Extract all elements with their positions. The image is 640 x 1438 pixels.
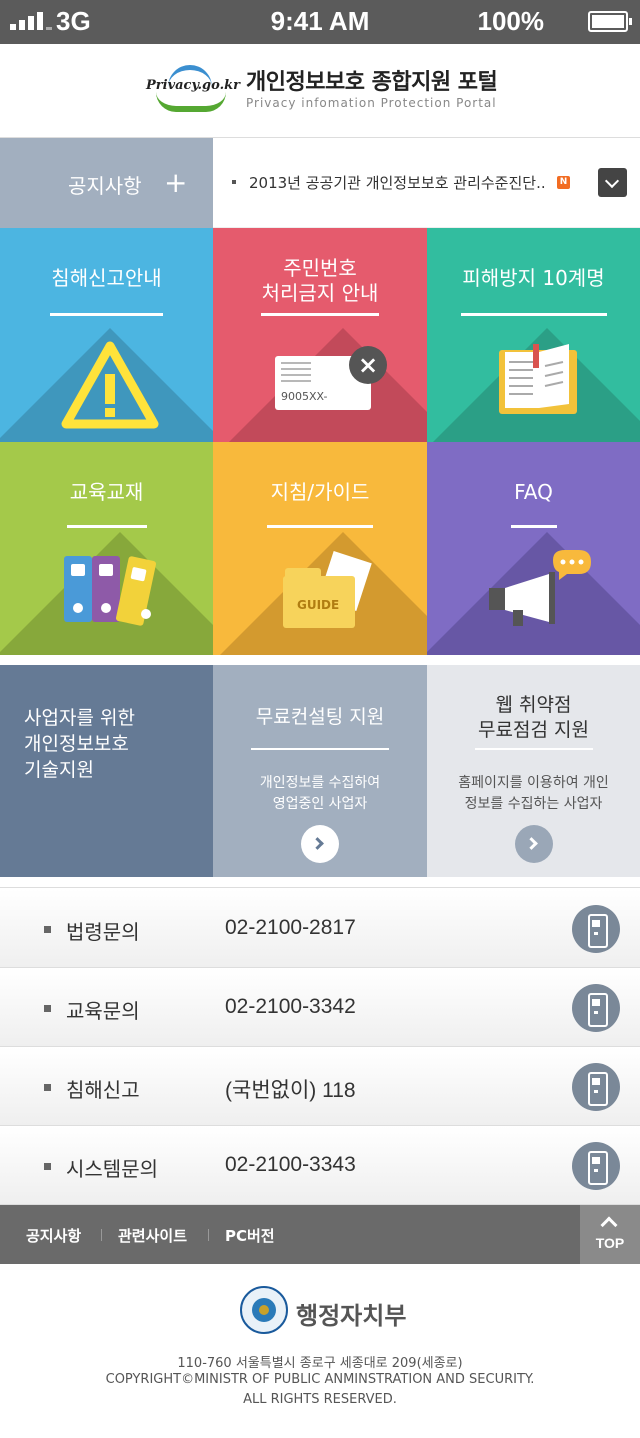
status-bar: 3G 9:41 AM 100% bbox=[0, 0, 640, 44]
web-check-desc: 홈페이지를 이용하여 개인 정보를 수집하는 사업자 bbox=[458, 775, 609, 812]
notice-more-button[interactable]: 공지사항 + bbox=[0, 138, 213, 228]
tile-title: 피해방지 10계명 bbox=[462, 266, 605, 290]
chevron-right-icon bbox=[525, 837, 538, 850]
phone-icon[interactable] bbox=[572, 905, 620, 953]
phone-icon[interactable] bbox=[572, 1142, 620, 1190]
bullet-icon bbox=[232, 180, 236, 184]
battery-percent: 100% bbox=[477, 6, 545, 36]
chevron-right-icon bbox=[311, 837, 324, 850]
tile-title: 지침/가이드 bbox=[270, 480, 370, 504]
contact-number: 02-2100-3342 bbox=[225, 995, 356, 1018]
tech-support-panel[interactable]: 사업자를 위한 개인정보보호 기술지원 bbox=[0, 665, 213, 877]
contact-label: 교육문의 bbox=[66, 999, 140, 1023]
tile-title: FAQ bbox=[514, 480, 553, 504]
bullet-icon bbox=[44, 1163, 51, 1170]
chevron-down-icon[interactable] bbox=[598, 168, 627, 197]
consulting-title: 무료컨설팅 지원 bbox=[255, 706, 385, 728]
warning-icon bbox=[61, 341, 159, 429]
logo-text: Privacy.go.kr bbox=[146, 78, 240, 93]
consulting-panel[interactable]: 무료컨설팅 지원 개인정보를 수집하여 영업중인 사업자 bbox=[213, 665, 427, 877]
consulting-arrow-button[interactable] bbox=[301, 825, 339, 863]
ministry-emblem bbox=[240, 1286, 288, 1334]
contact-number: (국번없이) 118 bbox=[225, 1079, 356, 1102]
logo-arc-green bbox=[156, 92, 226, 112]
contact-row-system[interactable]: 시스템문의 02-2100-3343 bbox=[0, 1126, 640, 1205]
site-header: Privacy.go.kr 개인정보보호 종합지원 포털 Privacy inf… bbox=[0, 44, 640, 138]
tech-support-title: 사업자를 위한 개인정보보호 기술지원 bbox=[24, 707, 135, 781]
tile-guide[interactable]: 지침/가이드 GUIDE bbox=[213, 442, 427, 655]
tile-10-rules[interactable]: 피해방지 10계명 bbox=[427, 228, 640, 442]
notice-bar: 공지사항 + 2013년 공공기관 개인정보보호 관리수준진단.. N bbox=[0, 138, 640, 228]
footer-nav: 공지사항 관련사이트 PC버전 TOP bbox=[0, 1205, 640, 1264]
folder-icon: GUIDE bbox=[283, 551, 372, 628]
phone-icon[interactable] bbox=[572, 984, 620, 1032]
tile-faq[interactable]: FAQ bbox=[427, 442, 640, 655]
tile-education[interactable]: 교육교재 bbox=[0, 442, 213, 655]
contact-label: 법령문의 bbox=[66, 920, 140, 944]
contact-row-education[interactable]: 교육문의 02-2100-3342 bbox=[0, 968, 640, 1047]
notice-headline[interactable]: 2013년 공공기관 개인정보보호 관리수준진단.. bbox=[249, 172, 546, 193]
tile-underline bbox=[50, 313, 163, 316]
chevron-up-icon bbox=[600, 1216, 618, 1234]
bullet-icon bbox=[44, 1084, 51, 1091]
contact-row-law[interactable]: 법령문의 02-2100-2817 bbox=[0, 889, 640, 968]
tile-underline bbox=[461, 313, 607, 316]
tile-underline bbox=[261, 313, 379, 316]
phone-icon[interactable] bbox=[572, 1063, 620, 1111]
notice-label: 공지사항 bbox=[68, 174, 142, 198]
notice-ticker[interactable]: 2013년 공공기관 개인정보보호 관리수준진단.. N bbox=[213, 138, 640, 228]
web-check-panel[interactable]: 웹 취약점 무료점검 지원 홈페이지를 이용하여 개인 정보를 수집하는 사업자 bbox=[427, 665, 640, 877]
close-icon: × bbox=[349, 346, 387, 384]
divider bbox=[208, 1229, 209, 1241]
plus-icon: + bbox=[164, 166, 188, 199]
footer-rights: ALL RIGHTS RESERVED. bbox=[243, 1392, 397, 1407]
ministry-name: 행정자치부 bbox=[296, 1302, 407, 1330]
divider bbox=[101, 1229, 102, 1241]
tile-underline bbox=[511, 525, 557, 528]
tile-title: 주민번호 처리금지 안내 bbox=[261, 256, 379, 305]
clock: 9:41 AM bbox=[270, 6, 370, 36]
tile-incident-guide[interactable]: 침해신고안내 bbox=[0, 228, 213, 442]
binders-icon bbox=[64, 556, 156, 626]
footer-link-pc[interactable]: PC버전 bbox=[225, 1225, 275, 1246]
footer-link-related[interactable]: 관련사이트 bbox=[118, 1225, 187, 1246]
web-check-underline bbox=[475, 748, 593, 750]
web-check-arrow-button[interactable] bbox=[515, 825, 553, 863]
contact-label: 시스템문의 bbox=[66, 1157, 158, 1181]
bullet-icon bbox=[44, 926, 51, 933]
top-button[interactable]: TOP bbox=[580, 1205, 640, 1264]
site-footer: 행정자치부 110-760 서울특별시 종로구 세종대로 209(세종로) CO… bbox=[0, 1264, 640, 1438]
consulting-underline bbox=[251, 748, 389, 750]
contact-number: 02-2100-2817 bbox=[225, 916, 356, 939]
page-title: 개인정보보호 종합지원 포털 bbox=[246, 70, 498, 95]
megaphone-icon bbox=[489, 550, 591, 626]
tile-title: 교육교재 bbox=[69, 480, 144, 504]
contact-label: 침해신고 bbox=[66, 1078, 140, 1102]
footer-address: 110-760 서울특별시 종로구 세종대로 209(세종로) bbox=[177, 1356, 463, 1371]
page-subtitle: Privacy infomation Protection Portal bbox=[246, 96, 497, 110]
tile-underline bbox=[267, 525, 373, 528]
tile-title: 침해신고안내 bbox=[51, 266, 162, 290]
bullet-icon bbox=[44, 1005, 51, 1012]
top-label: TOP bbox=[595, 1235, 625, 1251]
tile-resident-number[interactable]: 주민번호 처리금지 안내 9005XX- × bbox=[213, 228, 427, 442]
web-check-title: 웹 취약점 무료점검 지원 bbox=[478, 694, 589, 741]
tile-underline bbox=[67, 525, 147, 528]
contact-row-incident[interactable]: 침해신고 (국번없이) 118 bbox=[0, 1047, 640, 1126]
contact-number: 02-2100-3343 bbox=[225, 1153, 356, 1176]
book-icon bbox=[499, 344, 577, 414]
site-logo[interactable]: Privacy.go.kr bbox=[146, 64, 240, 112]
footer-copyright: COPYRIGHT©MINISTR OF PUBLIC ANMINSTRATIO… bbox=[105, 1372, 535, 1387]
new-badge: N bbox=[557, 176, 570, 189]
consulting-desc: 개인정보를 수집하여 영업중인 사업자 bbox=[259, 775, 381, 812]
battery-icon bbox=[588, 11, 632, 32]
footer-link-notice[interactable]: 공지사항 bbox=[26, 1225, 81, 1246]
